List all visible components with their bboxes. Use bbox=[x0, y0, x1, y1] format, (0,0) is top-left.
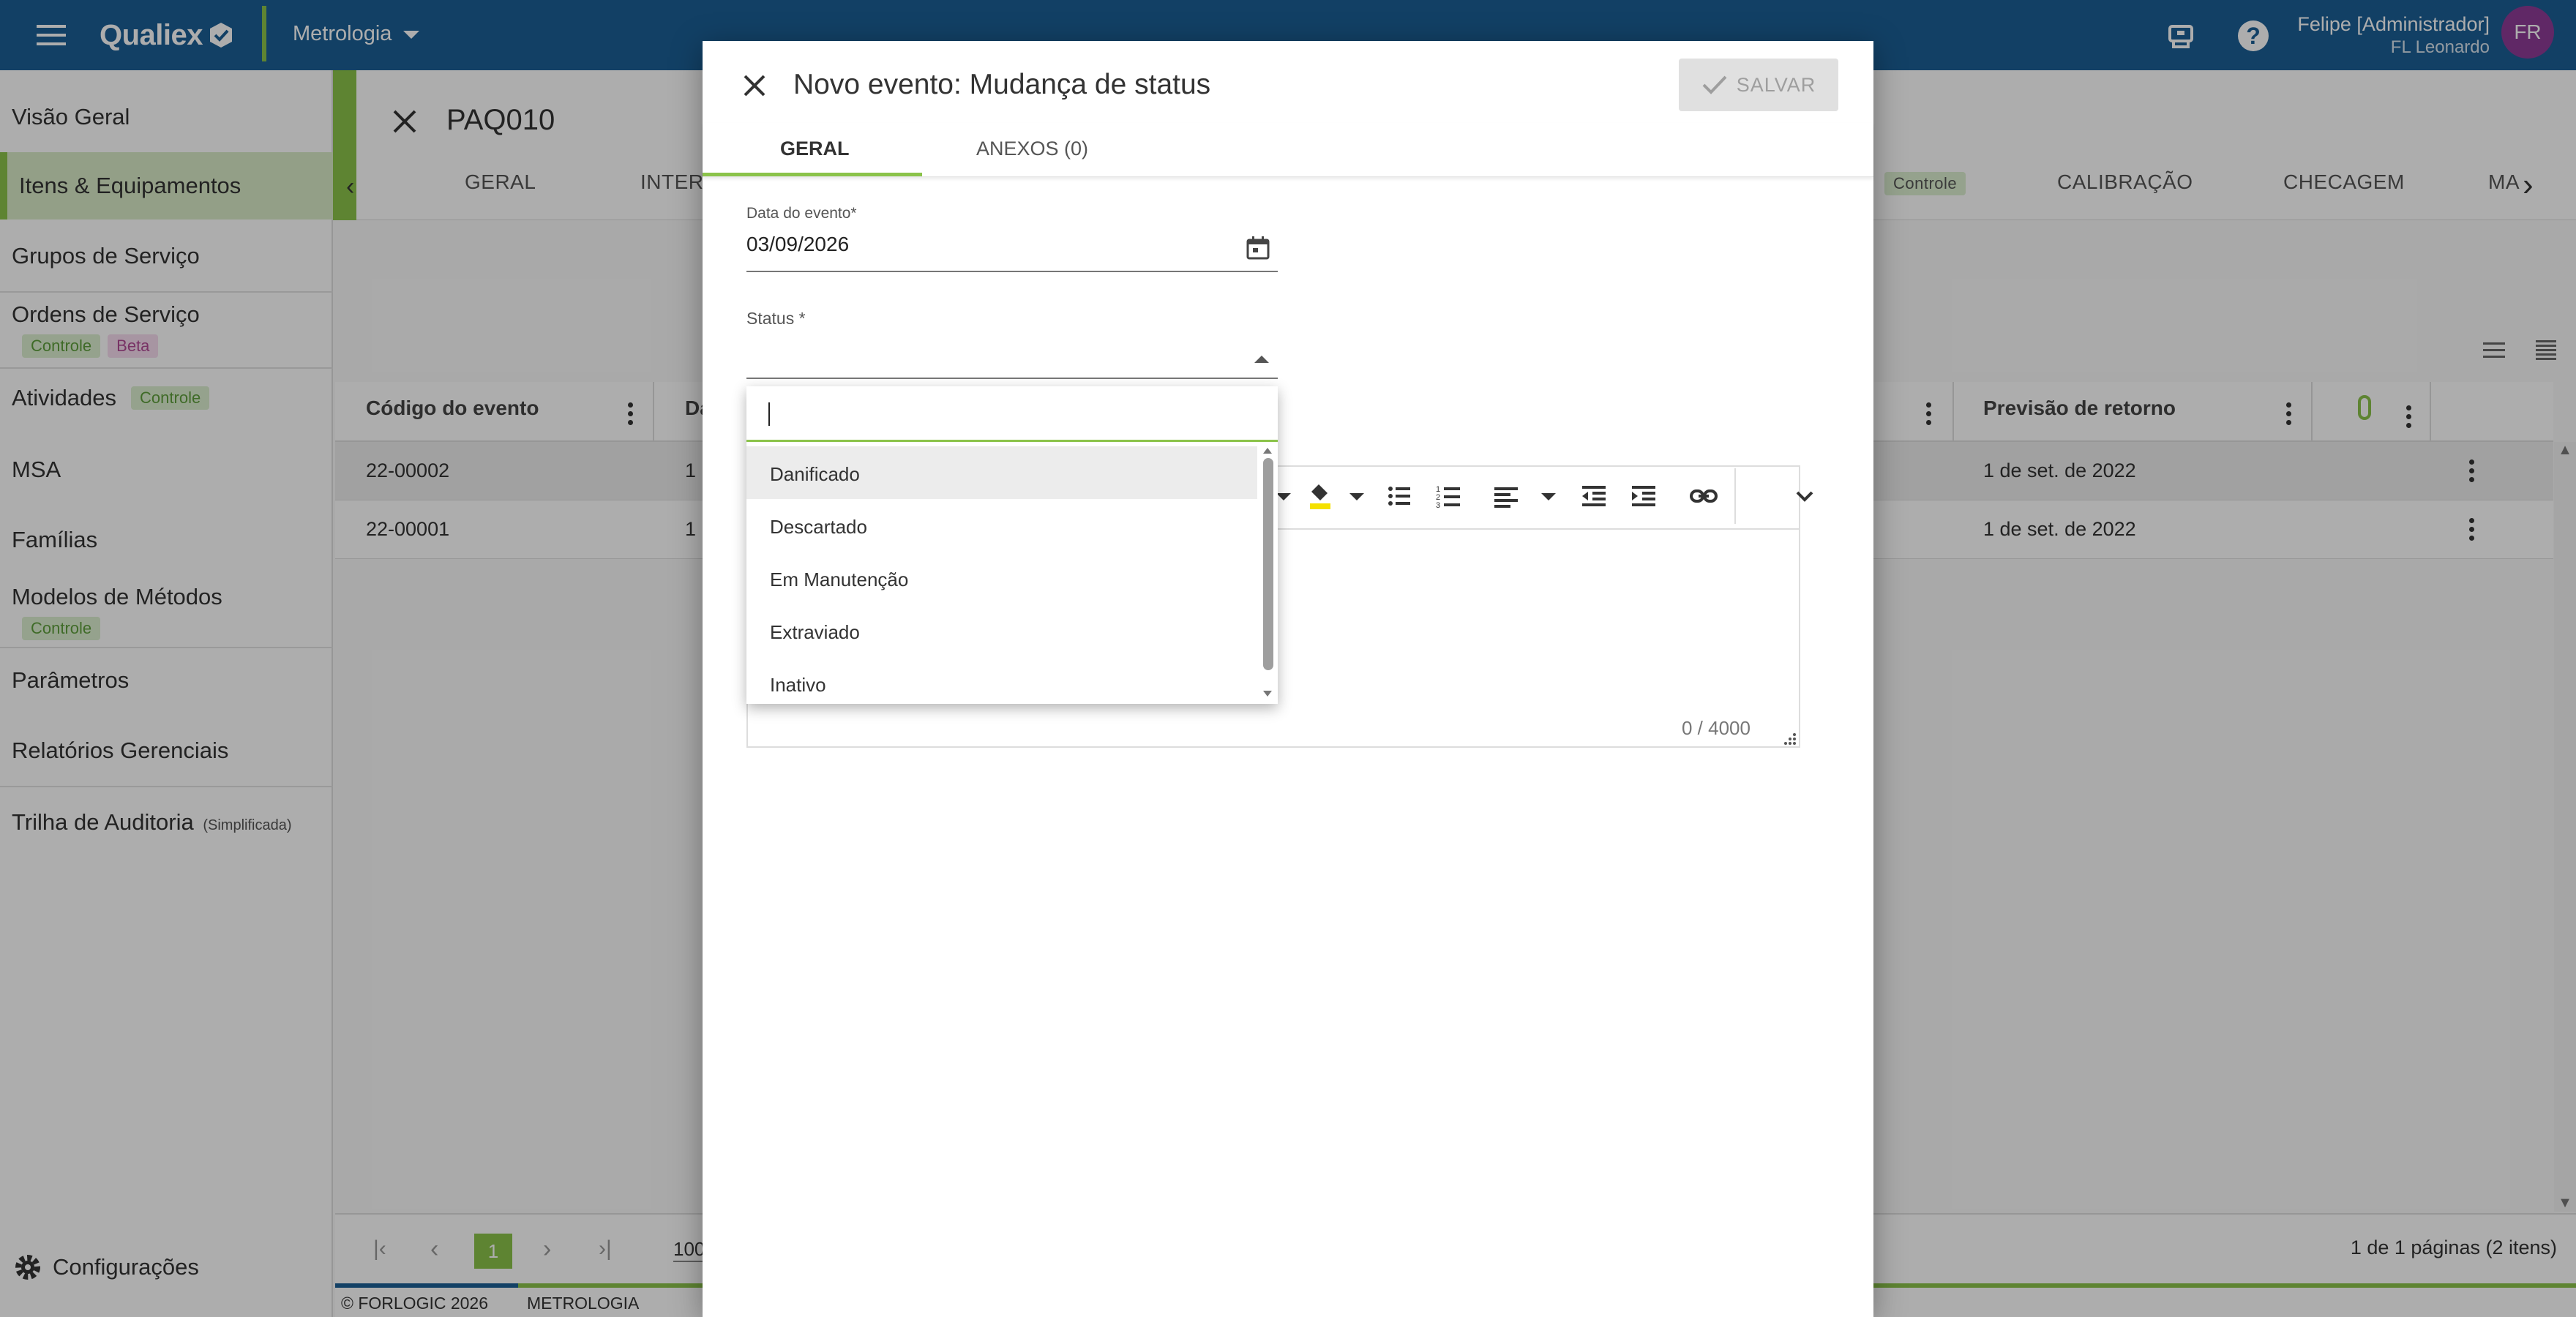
dialog-tab-geral[interactable]: GERAL bbox=[780, 138, 850, 160]
status-option-descartado[interactable]: Descartado bbox=[746, 499, 1257, 552]
event-date-field[interactable]: 03/09/2026 bbox=[746, 228, 1278, 272]
status-option-extraviado[interactable]: Extraviado bbox=[746, 604, 1257, 657]
bullet-list-icon[interactable] bbox=[1385, 481, 1414, 511]
status-option-danificado[interactable]: Danificado bbox=[746, 446, 1257, 499]
calendar-icon[interactable] bbox=[1246, 236, 1270, 260]
dialog-tab-anexos[interactable]: ANEXOS (0) bbox=[976, 138, 1088, 160]
caret-up-icon bbox=[1254, 356, 1269, 363]
status-label: Status * bbox=[746, 309, 806, 328]
status-dropdown: Danificado Descartado Em Manutenção Extr… bbox=[746, 386, 1278, 704]
dropdown-caret-icon[interactable] bbox=[1534, 481, 1563, 511]
scroll-down-icon[interactable] bbox=[1257, 686, 1278, 701]
svg-text:3: 3 bbox=[1436, 501, 1440, 510]
dialog-tabs: GERAL ANEXOS (0) bbox=[703, 123, 1873, 177]
chevron-down-icon[interactable] bbox=[1790, 481, 1819, 511]
status-option-em-manutencao[interactable]: Em Manutenção bbox=[746, 552, 1257, 604]
outdent-icon[interactable] bbox=[1579, 481, 1609, 511]
character-counter: 0 / 4000 bbox=[1682, 717, 1751, 739]
numbered-list-icon[interactable]: 123 bbox=[1434, 481, 1464, 511]
indent-icon[interactable] bbox=[1629, 481, 1658, 511]
event-date-label: Data do evento* bbox=[746, 205, 857, 222]
toolbar-divider bbox=[1734, 468, 1736, 524]
status-search-input[interactable] bbox=[746, 386, 1278, 442]
save-button[interactable]: SALVAR bbox=[1679, 59, 1838, 111]
text-cursor bbox=[768, 402, 770, 426]
align-left-icon[interactable] bbox=[1491, 481, 1521, 511]
dropdown-caret-icon[interactable] bbox=[1342, 481, 1371, 511]
close-dialog-icon[interactable] bbox=[742, 73, 767, 98]
scroll-thumb[interactable] bbox=[1263, 458, 1273, 670]
scroll-up-icon[interactable] bbox=[1257, 442, 1278, 457]
resize-handle-icon[interactable] bbox=[1783, 732, 1797, 746]
dropdown-scrollbar[interactable] bbox=[1257, 442, 1278, 704]
status-select[interactable] bbox=[746, 334, 1278, 379]
active-tab-indicator bbox=[703, 173, 922, 176]
status-option-inativo[interactable]: Inativo bbox=[746, 657, 1257, 704]
event-date-value: 03/09/2026 bbox=[746, 233, 850, 255]
check-icon bbox=[1702, 75, 1727, 94]
background-color-icon[interactable] bbox=[1306, 481, 1335, 511]
link-icon[interactable] bbox=[1689, 481, 1718, 511]
dialog-title: Novo evento: Mudança de status bbox=[793, 69, 1211, 100]
